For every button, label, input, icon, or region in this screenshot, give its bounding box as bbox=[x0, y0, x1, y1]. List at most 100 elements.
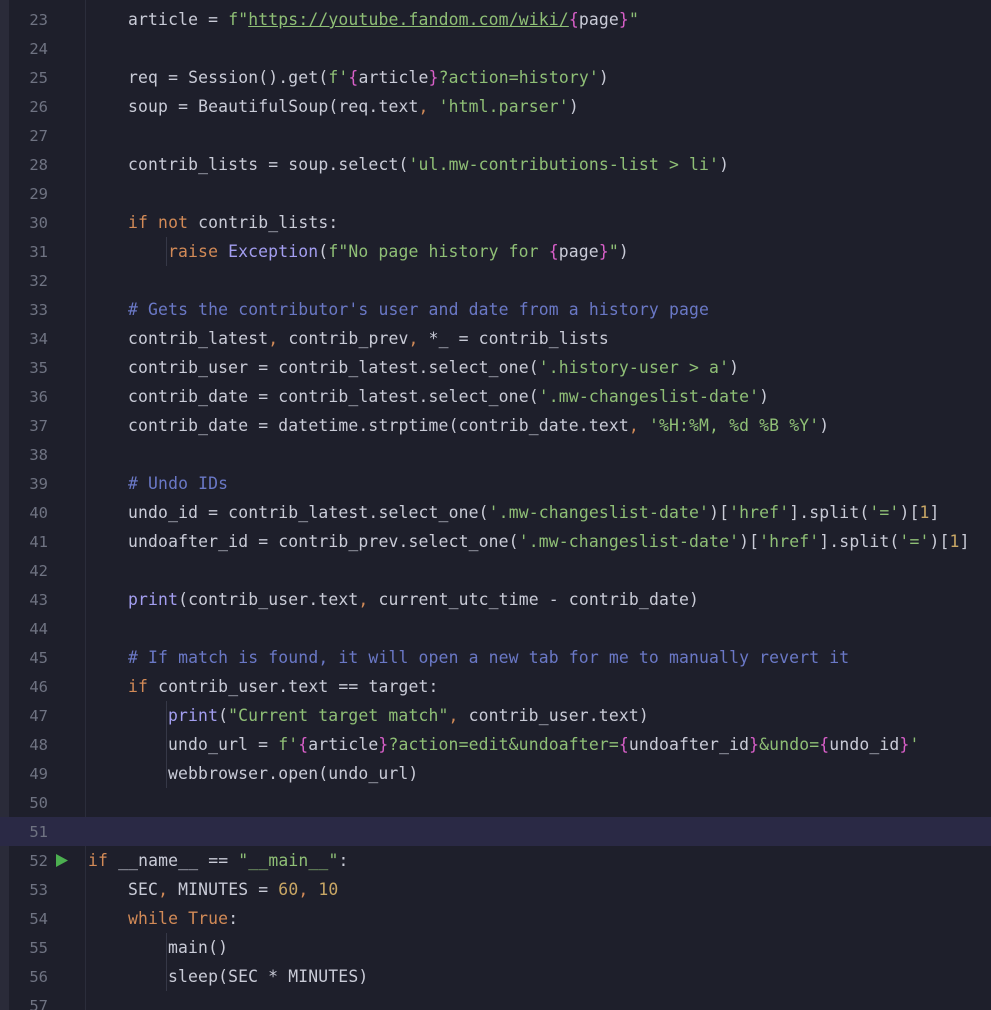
code-token: contrib_user.text) bbox=[468, 706, 649, 725]
code-line[interactable]: 32 bbox=[0, 266, 991, 295]
code-line[interactable]: 56 sleep(SEC * MINUTES) bbox=[0, 962, 991, 991]
code-text: sleep(SEC * MINUTES) bbox=[168, 967, 368, 986]
code-token: ) bbox=[729, 358, 740, 377]
code-line[interactable]: 30 if not contrib_lists: bbox=[0, 208, 991, 237]
code-line[interactable]: 57 bbox=[0, 991, 991, 1010]
code-token: , bbox=[358, 590, 379, 609]
line-number: 47 bbox=[29, 706, 48, 725]
code-line[interactable]: 34 contrib_latest, contrib_prev, *_ = con… bbox=[0, 324, 991, 353]
code-line[interactable]: 46 if contrib_user.text == target: bbox=[0, 672, 991, 701]
code-token: f' bbox=[278, 735, 299, 754]
code-line[interactable]: 40 undo_id = contrib_latest.select_one('.… bbox=[0, 498, 991, 527]
code-token: , bbox=[418, 97, 439, 116]
line-number: 26 bbox=[29, 97, 48, 116]
line-number: 25 bbox=[29, 68, 48, 87]
code-line[interactable]: 38 bbox=[0, 440, 991, 469]
code-line[interactable]: 54 while True: bbox=[0, 904, 991, 933]
line-number: 36 bbox=[29, 387, 48, 406]
line-number: 29 bbox=[29, 184, 48, 203]
code-token: )[ bbox=[929, 532, 950, 551]
code-token: { bbox=[298, 735, 309, 754]
code-text: contrib_date = contrib_latest.select_one… bbox=[128, 387, 769, 406]
code-token: page bbox=[578, 10, 619, 29]
code-token: f' bbox=[328, 68, 349, 87]
code-text: undo_url = f'{article}?action=edit&undoa… bbox=[168, 735, 920, 754]
code-line[interactable]: 51 bbox=[0, 817, 991, 846]
code-line[interactable]: 36 contrib_date = contrib_latest.select_o… bbox=[0, 382, 991, 411]
code-line[interactable]: 48 undo_url = f'{article}?action=edit&und… bbox=[0, 730, 991, 759]
code-token: contrib_user = contrib_latest.select_one… bbox=[128, 358, 539, 377]
code-line[interactable]: 23 article = f"https://youtube.fandom.com… bbox=[0, 5, 991, 34]
code-token: , bbox=[448, 706, 469, 725]
code-token: '.mw-changeslist-date' bbox=[538, 387, 760, 406]
code-token: ) bbox=[819, 416, 830, 435]
code-token: 'html.parser' bbox=[438, 97, 569, 116]
code-line[interactable]: 39 # Undo IDs bbox=[0, 469, 991, 498]
code-line[interactable]: 43 print(contrib_user.text, current_utc_t… bbox=[0, 585, 991, 614]
code-text: print("Current target match", contrib_us… bbox=[168, 706, 649, 725]
line-number: 45 bbox=[29, 648, 48, 667]
code-line[interactable]: 35 contrib_user = contrib_latest.select_o… bbox=[0, 353, 991, 382]
code-line[interactable]: 52 if __name__ == "__main__": bbox=[0, 846, 991, 875]
code-line[interactable]: 50 bbox=[0, 788, 991, 817]
code-token: req = Session().get( bbox=[128, 68, 329, 87]
code-line[interactable]: 49 webbrowser.open(undo_url) bbox=[0, 759, 991, 788]
code-editor[interactable]: 23 article = f"https://youtube.fandom.com… bbox=[0, 0, 991, 1010]
code-token: page bbox=[558, 242, 599, 261]
code-token: undo_id bbox=[829, 735, 900, 754]
code-token: article = bbox=[128, 10, 229, 29]
code-token: undo_id = contrib_latest.select_one( bbox=[128, 503, 489, 522]
code-token: '.history-user > a' bbox=[538, 358, 730, 377]
code-line[interactable]: 33 # Gets the contributor's user and date… bbox=[0, 295, 991, 324]
code-token: if bbox=[128, 677, 159, 696]
code-text: webbrowser.open(undo_url) bbox=[168, 764, 418, 783]
line-number: 28 bbox=[29, 155, 48, 174]
line-number: 42 bbox=[29, 561, 48, 580]
code-token: ].split( bbox=[819, 532, 900, 551]
code-line[interactable]: 45 # If match is found, it will open a ne… bbox=[0, 643, 991, 672]
code-line[interactable]: 44 bbox=[0, 614, 991, 643]
code-line[interactable]: 42 bbox=[0, 556, 991, 585]
code-line[interactable]: 53 SEC, MINUTES = 60, 10 bbox=[0, 875, 991, 904]
line-number: 27 bbox=[29, 126, 48, 145]
line-number: 41 bbox=[29, 532, 48, 551]
code-line[interactable]: 41 undoafter_id = contrib_prev.select_one… bbox=[0, 527, 991, 556]
code-token: print bbox=[168, 706, 219, 725]
code-text: raise Exception(f"No page history for {p… bbox=[168, 242, 629, 261]
code-token: article bbox=[308, 735, 379, 754]
code-token: ) bbox=[759, 387, 770, 406]
code-line[interactable]: 31 raise Exception(f"No page history for … bbox=[0, 237, 991, 266]
code-token: 'ul.mw-contributions-list > li' bbox=[408, 155, 720, 174]
code-token: # If match is found, it will open a new … bbox=[128, 648, 850, 667]
code-line[interactable]: 25 req = Session().get(f'{article}?action… bbox=[0, 63, 991, 92]
code-text: if contrib_user.text == target: bbox=[128, 677, 439, 696]
code-line[interactable]: 27 bbox=[0, 121, 991, 150]
code-token: ] bbox=[959, 532, 970, 551]
code-token: } bbox=[598, 242, 609, 261]
code-line[interactable]: 37 contrib_date = datetime.strptime(contr… bbox=[0, 411, 991, 440]
code-token: ) bbox=[598, 68, 609, 87]
code-text: contrib_date = datetime.strptime(contrib… bbox=[128, 416, 829, 435]
code-line[interactable]: 55 main() bbox=[0, 933, 991, 962]
line-number: 32 bbox=[29, 271, 48, 290]
code-line[interactable]: 29 bbox=[0, 179, 991, 208]
code-line[interactable]: 47 print("Current target match", contrib_… bbox=[0, 701, 991, 730]
code-text: undoafter_id = contrib_prev.select_one('… bbox=[128, 532, 970, 551]
code-token: contrib_date = datetime.strptime(contrib… bbox=[128, 416, 629, 435]
code-text: while True: bbox=[128, 909, 238, 928]
code-token: 1 bbox=[919, 503, 930, 522]
code-line[interactable]: 26 soup = BeautifulSoup(req.text, 'html.p… bbox=[0, 92, 991, 121]
code-line[interactable]: 28 contrib_lists = soup.select('ul.mw-con… bbox=[0, 150, 991, 179]
code-text: # Gets the contributor's user and date f… bbox=[128, 300, 709, 319]
run-triangle-icon[interactable] bbox=[55, 853, 69, 868]
code-token: ) bbox=[568, 97, 579, 116]
line-number: 51 bbox=[29, 822, 48, 841]
code-token: MINUTES = bbox=[178, 880, 279, 899]
code-token: f" bbox=[228, 10, 249, 29]
code-token: "__main__" bbox=[238, 851, 339, 870]
code-token: ?action=edit&undoafter= bbox=[388, 735, 619, 754]
code-token: 60 bbox=[278, 880, 299, 899]
code-token: { bbox=[548, 242, 559, 261]
code-line[interactable]: 24 bbox=[0, 34, 991, 63]
code-token: ?action=history' bbox=[438, 68, 599, 87]
